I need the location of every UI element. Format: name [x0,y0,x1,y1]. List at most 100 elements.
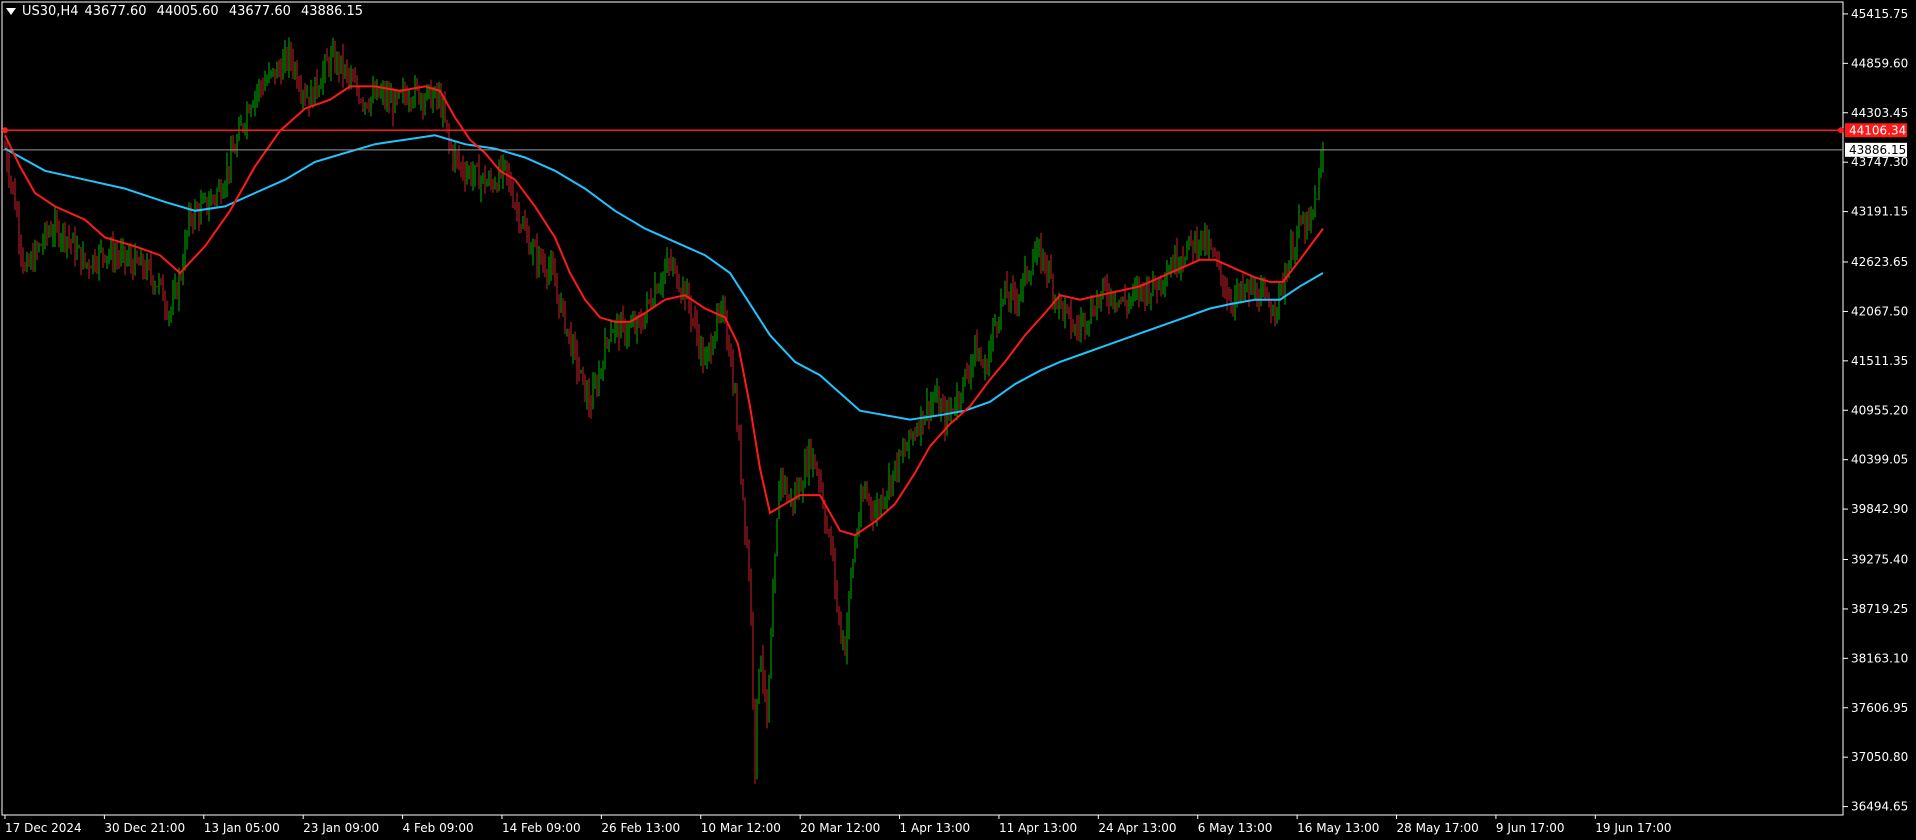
candle-body [524,223,526,230]
candle-body [8,165,10,180]
candle-body [346,67,348,72]
candle-body [98,249,100,268]
candle-body [64,226,66,245]
candle-body [584,374,586,400]
candle-body [766,689,768,722]
candle-body [886,492,888,499]
candle-body [1010,287,1012,303]
candle-body [574,339,576,348]
candle-body [254,95,256,105]
candle-body [166,308,168,316]
candle-body [30,256,32,265]
candle-body [332,50,334,55]
candle-body [546,272,548,278]
candle-body [748,545,750,578]
candle-body [186,231,188,240]
candle-body [1156,287,1158,291]
candle-body [630,325,632,327]
candle-body [1172,264,1174,270]
candle-body [152,277,154,288]
candle-body [708,344,710,352]
candle-body [514,204,516,206]
candle-body [34,246,36,269]
candle-body [914,433,916,435]
candle-body [864,488,866,498]
candle-body [364,103,366,106]
candle-body [1276,307,1278,313]
candle-body [456,152,458,157]
candle-body [112,244,114,264]
chart-svg[interactable]: 45415.75 44859.60 44303.45 43747.30 43191.15… [0,0,1916,840]
candle-body [716,312,718,333]
candle-body [900,451,902,455]
candle-body [512,192,514,205]
candle-body [544,264,546,273]
candle-body [1078,328,1080,330]
candle-body [1036,246,1038,255]
candle-body [242,124,244,129]
candle-body [196,206,198,209]
candle-body [350,77,352,79]
candle-body [1202,231,1204,247]
candle-body [942,406,944,408]
candle-body [454,152,456,163]
candle-body [118,257,120,259]
candle-body [302,93,304,96]
candle-body [916,429,918,434]
x-tick-label: 1 Apr 13:00 [900,821,971,835]
candle-body [50,231,52,235]
candle-body [1258,302,1260,306]
candle-body [706,351,708,360]
x-tick-label: 20 Mar 12:00 [800,821,880,835]
candle-body [680,290,682,293]
collapse-triangle-icon[interactable] [6,8,16,15]
candle-body [1304,218,1306,235]
candle-body [228,165,230,173]
candle-body [690,305,692,320]
candle-body [992,324,994,340]
candle-body [318,88,320,91]
candle-body [78,247,80,249]
candle-body [384,90,386,102]
candle-body [1030,274,1032,277]
candle-body [1262,288,1264,290]
candle-body [618,321,620,339]
candle-body [76,247,78,257]
candle-body [1292,242,1294,258]
candle-body [876,503,878,515]
candle-body [1316,198,1318,200]
plot-frame [1,1,1844,816]
candle-body [262,86,264,90]
candle-body [654,285,656,303]
candle-body [1220,263,1222,276]
candle-body [504,161,506,163]
candle-body [336,56,338,70]
candle-body [1086,325,1088,329]
candle-body [638,317,640,321]
candle-body [1174,250,1176,270]
candle-body [88,263,90,268]
candle-body [896,461,898,474]
candle-body [472,174,474,181]
candle-body [100,248,102,250]
candle-body [596,382,598,390]
candle-body [380,92,382,96]
ohlc-low: 43677.60 [228,4,291,19]
candle-body [138,260,140,266]
candle-body [290,47,292,60]
candle-body [592,385,594,409]
candle-body [912,433,914,437]
x-tick-label: 13 Jan 05:00 [204,821,280,835]
candle-body [1146,283,1148,300]
candle-body [288,47,290,66]
candle-body [1278,286,1280,308]
candle-body [824,506,826,525]
chart-area[interactable]: 45415.75 44859.60 44303.45 43747.30 43191.15… [0,0,1916,840]
candle-body [848,593,850,626]
candle-body [1248,284,1250,294]
y-tick-label: 38719.25 [1851,602,1908,616]
candle-body [780,470,782,494]
candle-body [1144,289,1146,300]
candle-body [452,148,454,163]
candle-body [1214,255,1216,257]
